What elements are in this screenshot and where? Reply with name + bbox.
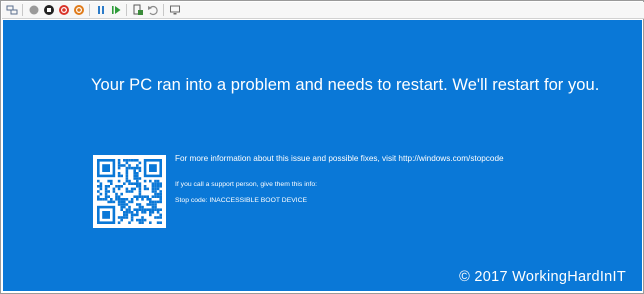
support-info-text: If you call a support person, give them … bbox=[175, 181, 318, 188]
copyright-watermark: © 2017 WorkingHardInIT bbox=[459, 269, 626, 285]
stopcode-info-text: For more information about this issue an… bbox=[175, 154, 504, 163]
error-headline: Your PC ran into a problem and needs to … bbox=[91, 76, 600, 94]
toolbar-separator bbox=[22, 4, 23, 16]
vm-connection-window: Your PC ran into a problem and needs to … bbox=[0, 0, 644, 294]
vm-toolbar bbox=[2, 2, 644, 19]
start-icon[interactable] bbox=[27, 4, 40, 17]
checkpoint-icon[interactable] bbox=[131, 4, 144, 17]
qr-code bbox=[93, 155, 166, 228]
stop-code-text: Stop code: INACCESSIBLE BOOT DEVICE bbox=[175, 197, 308, 204]
ctrl-alt-del-icon[interactable] bbox=[5, 4, 18, 17]
toolbar-separator bbox=[163, 4, 164, 16]
pause-icon[interactable] bbox=[94, 4, 107, 17]
vm-display[interactable]: Your PC ran into a problem and needs to … bbox=[3, 20, 642, 291]
toolbar-separator bbox=[89, 4, 90, 16]
save-icon[interactable] bbox=[72, 4, 85, 17]
revert-icon[interactable] bbox=[146, 4, 159, 17]
toolbar-separator bbox=[126, 4, 127, 16]
shut-down-icon[interactable] bbox=[57, 4, 70, 17]
enhanced-session-icon[interactable] bbox=[168, 4, 181, 17]
turn-off-icon[interactable] bbox=[42, 4, 55, 17]
resume-icon[interactable] bbox=[109, 4, 122, 17]
